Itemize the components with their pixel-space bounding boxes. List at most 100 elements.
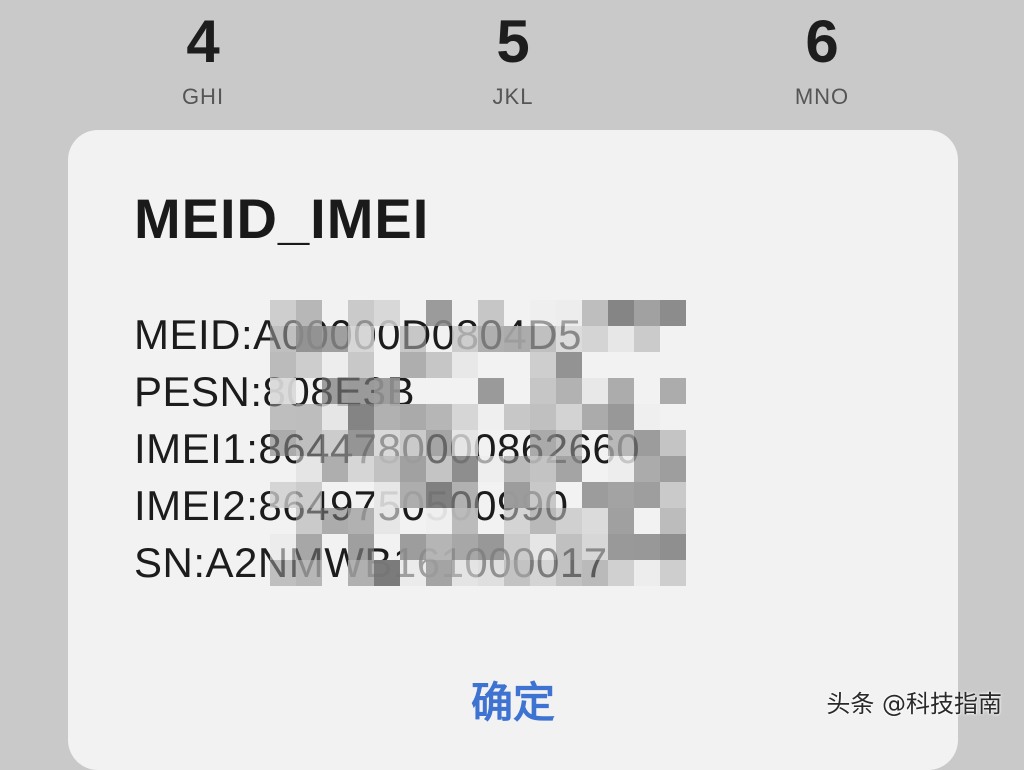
redaction-pixel xyxy=(478,560,504,586)
redaction-pixel xyxy=(426,352,452,378)
confirm-button[interactable]: 确定 xyxy=(455,665,571,734)
redaction-pixel xyxy=(374,508,400,534)
redaction-pixel xyxy=(452,352,478,378)
redaction-pixel xyxy=(322,326,348,352)
privacy-redaction-mosaic xyxy=(270,300,690,590)
redaction-pixel xyxy=(660,508,686,534)
redaction-pixel xyxy=(322,430,348,456)
redaction-pixel xyxy=(296,352,322,378)
redaction-pixel xyxy=(322,352,348,378)
redaction-pixel xyxy=(556,560,582,586)
redaction-pixel xyxy=(374,456,400,482)
redaction-pixel xyxy=(426,534,452,560)
redaction-pixel xyxy=(374,430,400,456)
redaction-pixel xyxy=(582,560,608,586)
redaction-pixel xyxy=(634,326,660,352)
redaction-pixel xyxy=(556,404,582,430)
key-6[interactable]: 6 MNO xyxy=(752,6,892,121)
redaction-pixel xyxy=(270,430,296,456)
redaction-pixel xyxy=(270,560,296,586)
redaction-pixel xyxy=(530,456,556,482)
redaction-pixel xyxy=(322,378,348,404)
redaction-pixel xyxy=(634,456,660,482)
redaction-pixel xyxy=(556,326,582,352)
redaction-pixel xyxy=(582,378,608,404)
redaction-pixel xyxy=(608,300,634,326)
redaction-pixel xyxy=(556,508,582,534)
redaction-pixel xyxy=(530,430,556,456)
redaction-pixel xyxy=(452,430,478,456)
redaction-pixel xyxy=(270,378,296,404)
redaction-pixel xyxy=(660,560,686,586)
redaction-pixel xyxy=(608,456,634,482)
redaction-pixel xyxy=(400,456,426,482)
key-letters: GHI xyxy=(181,84,225,109)
redaction-pixel xyxy=(608,378,634,404)
redaction-pixel xyxy=(504,456,530,482)
redaction-pixel xyxy=(478,300,504,326)
redaction-pixel xyxy=(478,534,504,560)
redaction-pixel xyxy=(478,326,504,352)
redaction-pixel xyxy=(608,560,634,586)
redaction-pixel xyxy=(582,508,608,534)
redaction-pixel xyxy=(400,352,426,378)
redaction-pixel xyxy=(426,430,452,456)
redaction-pixel xyxy=(296,300,322,326)
redaction-pixel xyxy=(452,404,478,430)
redaction-pixel xyxy=(348,300,374,326)
key-5[interactable]: 5 JKL xyxy=(443,6,583,121)
redaction-pixel xyxy=(504,508,530,534)
redaction-pixel xyxy=(582,326,608,352)
key-letters: MNO xyxy=(794,84,850,109)
redaction-pixel xyxy=(348,430,374,456)
redaction-pixel xyxy=(374,300,400,326)
redaction-pixel xyxy=(478,378,504,404)
redaction-pixel xyxy=(452,326,478,352)
redaction-pixel xyxy=(608,482,634,508)
redaction-pixel xyxy=(374,404,400,430)
redaction-pixel xyxy=(270,352,296,378)
redaction-pixel xyxy=(634,482,660,508)
redaction-pixel xyxy=(374,378,400,404)
redaction-pixel xyxy=(634,560,660,586)
redaction-pixel xyxy=(530,352,556,378)
redaction-pixel xyxy=(530,482,556,508)
redaction-pixel xyxy=(556,378,582,404)
redaction-pixel xyxy=(296,508,322,534)
redaction-pixel xyxy=(296,482,322,508)
redaction-pixel xyxy=(530,560,556,586)
redaction-pixel xyxy=(296,456,322,482)
redaction-pixel xyxy=(296,534,322,560)
redaction-pixel xyxy=(296,404,322,430)
redaction-pixel xyxy=(530,378,556,404)
redaction-pixel xyxy=(452,508,478,534)
key-digit: 4 xyxy=(186,8,220,75)
redaction-pixel xyxy=(348,326,374,352)
redaction-pixel xyxy=(504,404,530,430)
redaction-pixel xyxy=(296,326,322,352)
key-digit: 5 xyxy=(496,8,530,75)
redaction-pixel xyxy=(660,378,686,404)
redaction-pixel xyxy=(270,404,296,430)
redaction-pixel xyxy=(322,508,348,534)
redaction-pixel xyxy=(296,560,322,586)
redaction-pixel xyxy=(426,508,452,534)
redaction-pixel xyxy=(400,534,426,560)
key-4[interactable]: 4 GHI xyxy=(133,6,273,121)
redaction-pixel xyxy=(322,456,348,482)
redaction-pixel xyxy=(322,404,348,430)
redaction-pixel xyxy=(270,300,296,326)
redaction-pixel xyxy=(348,456,374,482)
redaction-pixel xyxy=(530,300,556,326)
redaction-pixel xyxy=(660,482,686,508)
redaction-pixel xyxy=(270,482,296,508)
redaction-pixel xyxy=(660,430,686,456)
redaction-pixel xyxy=(608,326,634,352)
redaction-pixel xyxy=(270,326,296,352)
redaction-pixel xyxy=(556,300,582,326)
redaction-pixel xyxy=(556,456,582,482)
redaction-pixel xyxy=(582,534,608,560)
key-letters: JKL xyxy=(492,84,534,109)
redaction-pixel xyxy=(556,430,582,456)
redaction-pixel xyxy=(634,404,660,430)
